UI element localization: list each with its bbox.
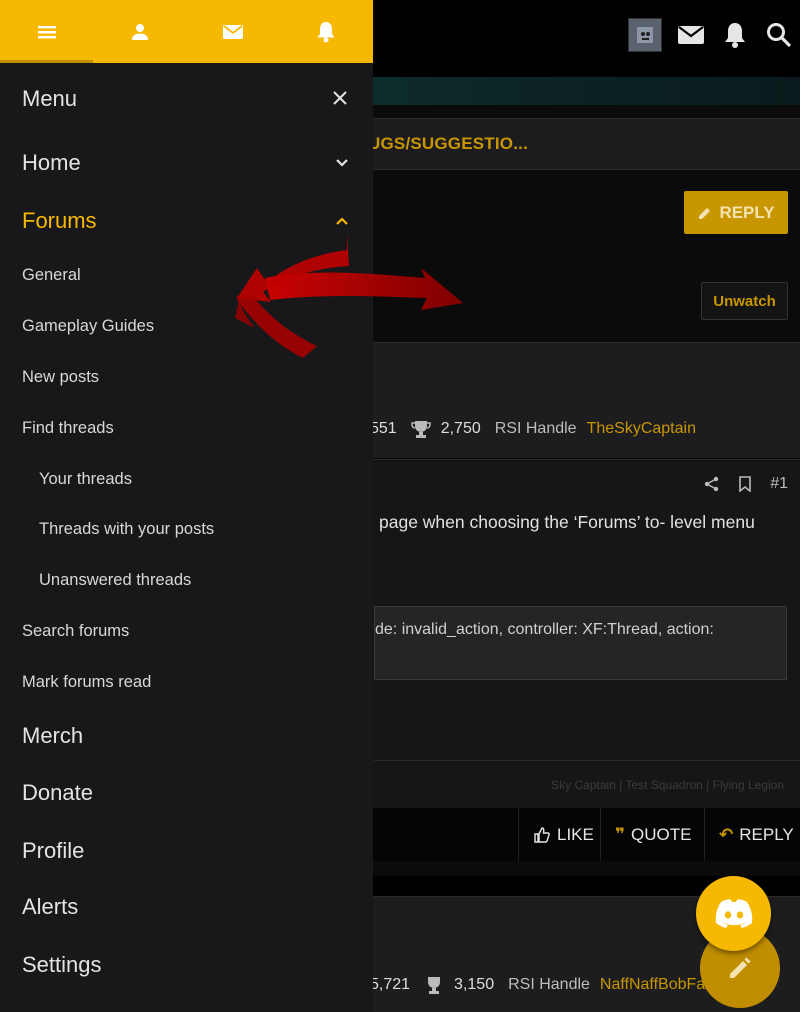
reply-button[interactable]: REPLY [684,191,788,234]
unwatch-button[interactable]: Unwatch [701,282,788,320]
trophy-points: 2,750 [440,420,481,437]
nav-search-forums-label: Search forums [22,621,130,640]
chevron-up-icon[interactable] [335,214,349,228]
nav-donate-label: Donate [22,780,93,805]
like-label: LIKE [557,824,594,844]
tab-alerts[interactable] [280,0,373,63]
nav-new-posts-label: New posts [22,367,100,386]
hamburger-icon [37,25,56,38]
nav-alerts[interactable]: Alerts [0,880,373,934]
post-number[interactable]: #1 [770,475,788,493]
nav-unanswered-threads-label: Unanswered threads [39,570,192,589]
drawer-title: Menu [22,86,78,111]
nav-your-threads[interactable]: Your threads [0,456,373,502]
signature-divider [374,760,800,761]
nav-merch-label: Merch [22,723,84,748]
nav-settings[interactable]: Settings [0,938,373,992]
quote-label: QUOTE [630,824,692,844]
envelope-icon [223,24,244,39]
drawer-tab-bar [0,0,373,63]
close-icon [333,91,347,105]
chevron-down-icon[interactable] [335,156,349,170]
rsi-handle-value[interactable]: NaffNaffBobFa [600,976,705,994]
user-icon [131,23,148,40]
close-button[interactable] [329,87,351,109]
message-count: 551 [370,420,397,437]
share-icon[interactable] [704,476,720,492]
quote-button[interactable]: ❞ QUOTE [600,808,704,861]
nav-profile[interactable]: Profile [0,824,373,878]
trophy-icon [410,421,431,438]
error-code-text: de: invalid_action, controller: XF:Threa… [375,621,714,638]
reply-action-button[interactable]: ↶ REPLY [704,808,800,861]
nav-home-label: Home [22,150,81,175]
bell-icon[interactable] [720,20,750,50]
side-menu-drawer: Menu Home Forums General Gameplay Guides… [0,0,373,1012]
thumbs-up-icon [534,826,550,843]
discord-icon [715,898,752,928]
search-icon[interactable] [764,20,794,50]
nav-alerts-label: Alerts [22,894,79,919]
nav-threads-with-your-posts[interactable]: Threads with your posts [0,506,373,552]
nav-gameplay-guides-label: Gameplay Guides [22,316,155,335]
nav-general-label: General [22,265,81,284]
rsi-handle-label: RSI Handle [508,976,590,993]
error-code-block: de: invalid_action, controller: XF:Threa… [374,606,787,680]
nav-unanswered-threads[interactable]: Unanswered threads [0,557,373,603]
reply-button-label: REPLY [719,202,775,222]
drawer-header: Menu [0,63,373,135]
bookmark-icon[interactable] [738,476,752,492]
tab-menu[interactable] [0,0,94,63]
like-button[interactable]: LIKE [518,808,600,861]
nav-search-forums[interactable]: Search forums [0,608,373,654]
trophy-points: 3,150 [454,976,495,993]
post-text: page when choosing the ‘Forums’ to- leve… [379,512,755,532]
reply-arrow-icon: ↶ [719,824,734,844]
red-arrow-annotation [235,233,463,358]
reply-action-label: REPLY [739,824,794,844]
trophy-icon [428,977,441,994]
pencil-icon [699,207,711,219]
tab-account[interactable] [93,0,186,63]
signature: Sky Captain | Test Squadron | Flying Leg… [551,778,784,792]
discord-fab[interactable] [696,876,771,951]
avatar[interactable] [628,18,662,52]
nav-threads-with-your-posts-label: Threads with your posts [39,519,215,538]
nav-mark-forums-read-label: Mark forums read [22,672,152,691]
envelope-icon[interactable] [676,20,706,50]
nav-donate[interactable]: Donate [0,766,373,820]
breadcrumb-label[interactable]: UGS/SUGGESTIO... [368,134,528,154]
tab-inbox[interactable] [187,0,280,63]
nav-find-threads-label: Find threads [22,418,114,437]
quote-icon: ❞ [615,824,625,844]
rsi-handle-label: RSI Handle [494,420,577,437]
unwatch-button-label: Unwatch [713,292,776,310]
bell-icon [317,21,335,42]
nav-mark-forums-read[interactable]: Mark forums read [0,659,373,705]
nav-forums-label: Forums [22,208,97,233]
nav-your-threads-label: Your threads [39,469,132,488]
nav-profile-label: Profile [22,838,85,863]
rsi-handle-value[interactable]: TheSkyCaptain [587,420,696,438]
nav-merch[interactable]: Merch [0,709,373,763]
message-count: 5,721 [370,976,411,993]
pencil-icon [730,957,751,978]
nav-home[interactable]: Home [0,136,373,190]
nav-settings-label: Settings [22,952,102,977]
nav-find-threads[interactable]: Find threads [0,405,373,451]
